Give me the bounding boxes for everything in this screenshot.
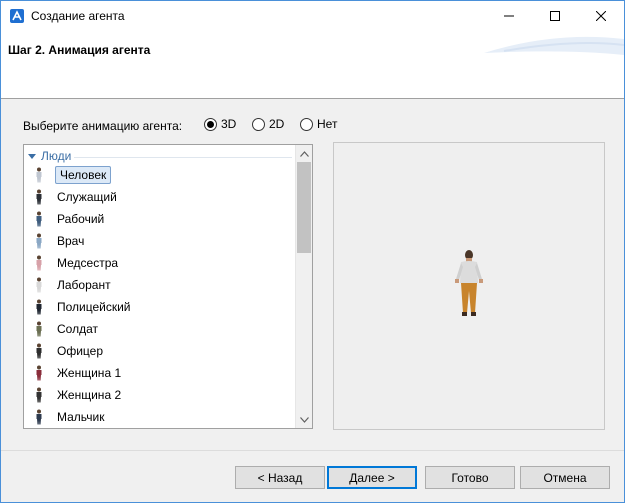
list-item-label: Мальчик xyxy=(57,410,105,424)
group-label: Люди xyxy=(41,149,72,163)
radio-indicator xyxy=(204,117,217,131)
close-button[interactable] xyxy=(578,1,624,31)
scroll-up-button[interactable] xyxy=(296,145,312,162)
next-button[interactable]: Далее > xyxy=(327,466,417,489)
radio-2d[interactable]: 2D xyxy=(252,117,284,131)
close-icon xyxy=(596,11,606,21)
minimize-button[interactable] xyxy=(486,1,532,31)
radio-none[interactable]: Нет xyxy=(300,117,337,131)
person-icon xyxy=(32,408,46,426)
scroll-thumb[interactable] xyxy=(297,162,311,253)
person-3d-figure xyxy=(455,250,483,316)
radio-indicator xyxy=(252,117,265,131)
person-icon xyxy=(32,254,46,272)
create-agent-dialog: Создание агента Шаг 2. Анимация агента В… xyxy=(0,0,625,503)
cancel-button[interactable]: Отмена xyxy=(520,466,610,489)
person-icon xyxy=(32,232,46,250)
list-item-label: Рабочий xyxy=(57,212,105,226)
animation-list[interactable]: Люди Человек Служащий Рабочий Врач Медсестра… xyxy=(23,144,313,429)
minimize-icon xyxy=(504,15,514,17)
list-item-label: Полицейский xyxy=(57,300,131,314)
radio-3d-label: 3D xyxy=(221,117,237,131)
chevron-down-icon xyxy=(299,416,309,423)
person-icon xyxy=(32,386,46,404)
collapse-arrow-icon xyxy=(28,154,36,159)
chevron-up-icon xyxy=(299,150,309,157)
title-bar: Создание агента xyxy=(1,1,624,31)
step-title: Шаг 2. Анимация агента xyxy=(8,43,151,57)
person-icon xyxy=(32,364,46,382)
maximize-button[interactable] xyxy=(532,1,578,31)
wizard-content: Выберите анимацию агента: 3D 2D Нет Люди… xyxy=(1,100,624,450)
list-item[interactable]: Рабочий xyxy=(30,209,290,229)
list-item[interactable]: Медсестра xyxy=(30,253,290,273)
list-item[interactable]: Врач xyxy=(30,231,290,251)
radio-none-label: Нет xyxy=(317,117,338,131)
person-icon xyxy=(32,342,46,360)
scroll-down-button[interactable] xyxy=(296,411,312,428)
maximize-icon xyxy=(550,11,560,21)
list-item[interactable]: Лаборант xyxy=(30,275,290,295)
wizard-header: Шаг 2. Анимация агента xyxy=(1,31,624,99)
list-scrollbar[interactable] xyxy=(295,145,312,428)
wizard-footer: < Назад Далее > Готово Отмена xyxy=(1,450,624,502)
person-icon xyxy=(32,276,46,294)
person-icon xyxy=(32,320,46,338)
group-header-people[interactable]: Люди xyxy=(28,148,71,164)
list-item-label: Солдат xyxy=(57,322,98,336)
person-icon xyxy=(32,210,46,228)
list-item-label: Лаборант xyxy=(57,278,111,292)
list-item[interactable]: Солдат xyxy=(30,319,290,339)
back-button[interactable]: < Назад xyxy=(235,466,325,489)
list-item-label: Служащий xyxy=(57,190,117,204)
app-icon xyxy=(10,9,24,23)
radio-3d[interactable]: 3D xyxy=(204,117,236,131)
list-item-label: Медсестра xyxy=(57,256,119,270)
window-title: Создание агента xyxy=(31,9,125,23)
radio-indicator xyxy=(300,117,313,131)
list-item[interactable]: Полицейский xyxy=(30,297,290,317)
person-icon xyxy=(32,188,46,206)
list-item-label: Человек xyxy=(55,166,112,184)
finish-button[interactable]: Готово xyxy=(425,466,515,489)
list-item[interactable]: Офицер xyxy=(30,341,290,361)
list-item[interactable]: Человек xyxy=(30,165,290,185)
animation-preview xyxy=(333,142,605,430)
header-decoration xyxy=(484,36,624,55)
person-icon xyxy=(32,166,46,184)
list-item[interactable]: Женщина 2 xyxy=(30,385,290,405)
list-item-label: Офицер xyxy=(57,344,103,358)
person-icon xyxy=(32,298,46,316)
list-item[interactable]: Служащий xyxy=(30,187,290,207)
animation-label: Выберите анимацию агента: xyxy=(23,119,183,133)
group-divider xyxy=(74,157,292,158)
list-item[interactable]: Женщина 1 xyxy=(30,363,290,383)
radio-2d-label: 2D xyxy=(269,117,285,131)
list-item-label: Женщина 2 xyxy=(57,388,122,402)
list-item[interactable]: Мальчик xyxy=(30,407,290,427)
list-item-label: Врач xyxy=(57,234,85,248)
list-item-label: Женщина 1 xyxy=(57,366,122,380)
